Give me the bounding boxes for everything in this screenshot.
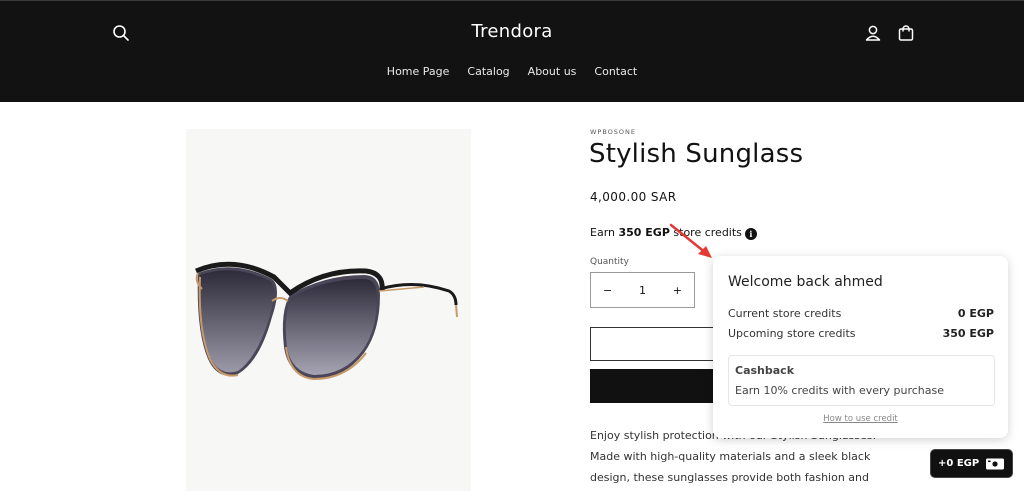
info-icon[interactable]: i — [744, 228, 757, 240]
cart-icon[interactable] — [896, 23, 916, 43]
minus-icon[interactable]: − — [603, 284, 612, 297]
popup-title: Welcome back ahmed — [728, 274, 883, 290]
wallet-icon — [986, 458, 1005, 469]
current-credits-label: Current store credits — [728, 307, 842, 320]
quantity-value[interactable]: 1 — [639, 284, 646, 297]
nav-about[interactable]: About us — [528, 65, 577, 78]
plus-icon[interactable]: + — [673, 284, 682, 297]
upcoming-credits-label: Upcoming store credits — [728, 327, 856, 340]
earn-prefix: Earn — [590, 226, 615, 239]
credits-pill-label: +0 EGP — [938, 458, 980, 469]
site-header: Trendora Home Page Catalog About us Cont… — [0, 0, 1024, 102]
upcoming-credits-row: Upcoming store credits 350 EGP — [728, 327, 994, 340]
nav-catalog[interactable]: Catalog — [467, 65, 509, 78]
main-nav: Home Page Catalog About us Contact — [0, 65, 1024, 78]
annotation-arrow-icon — [669, 223, 712, 258]
upcoming-credits-value: 350 EGP — [942, 327, 994, 340]
quantity-stepper: − 1 + — [590, 272, 695, 308]
credits-widget-button[interactable]: +0 EGP — [930, 449, 1013, 478]
sunglasses-image — [195, 261, 458, 381]
current-credits-row: Current store credits 0 EGP — [728, 307, 994, 320]
quantity-label: Quantity — [590, 257, 629, 267]
cashback-title: Cashback — [735, 364, 795, 377]
nav-home[interactable]: Home Page — [387, 65, 450, 78]
store-credits-popup: Welcome back ahmed Current store credits… — [713, 256, 1008, 438]
account-icon[interactable] — [863, 23, 883, 43]
how-to-use-credit-link[interactable]: How to use credit — [713, 414, 1008, 424]
earn-amount: 350 EGP — [618, 226, 670, 239]
product-vendor: WPBOSONE — [590, 128, 637, 136]
nav-contact[interactable]: Contact — [594, 65, 637, 78]
product-title: Stylish Sunglass — [589, 139, 804, 169]
cashback-text: Earn 10% credits with every purchase — [735, 384, 945, 397]
current-credits-value: 0 EGP — [957, 307, 994, 320]
product-image[interactable] — [186, 129, 471, 491]
cashback-card: Cashback Earn 10% credits with every pur… — [728, 355, 995, 406]
product-price: 4,000.00 SAR — [590, 190, 677, 204]
